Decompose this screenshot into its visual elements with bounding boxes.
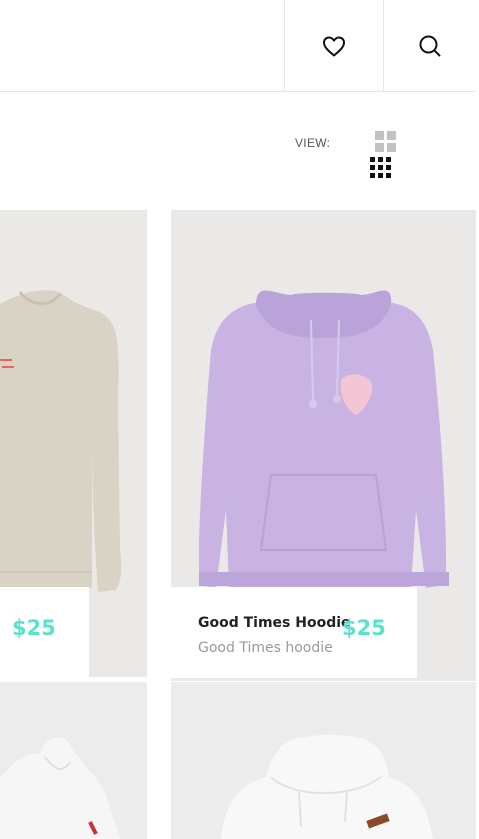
- product-listing-page: VIEW: $25 Good Times Hoodie Good Times h…: [0, 0, 479, 839]
- wishlist-button[interactable]: [284, 0, 383, 91]
- product-name[interactable]: Good Times Hoodie: [198, 615, 351, 631]
- product-image-hoodie: [0, 737, 120, 839]
- grid-3-icon[interactable]: [370, 157, 392, 179]
- product-price: $25: [12, 616, 56, 640]
- product-card[interactable]: [0, 682, 147, 839]
- product-price: $25: [342, 616, 386, 640]
- top-header: [0, 0, 476, 92]
- product-card[interactable]: [171, 682, 476, 839]
- product-subtitle: Good Times hoodie: [198, 640, 333, 656]
- product-image-hoodie: [221, 734, 433, 839]
- grid-2-icon[interactable]: [375, 131, 397, 153]
- search-button[interactable]: [383, 0, 476, 91]
- search-icon: [419, 35, 441, 56]
- view-label: VIEW:: [295, 136, 331, 150]
- heart-icon: [323, 36, 345, 56]
